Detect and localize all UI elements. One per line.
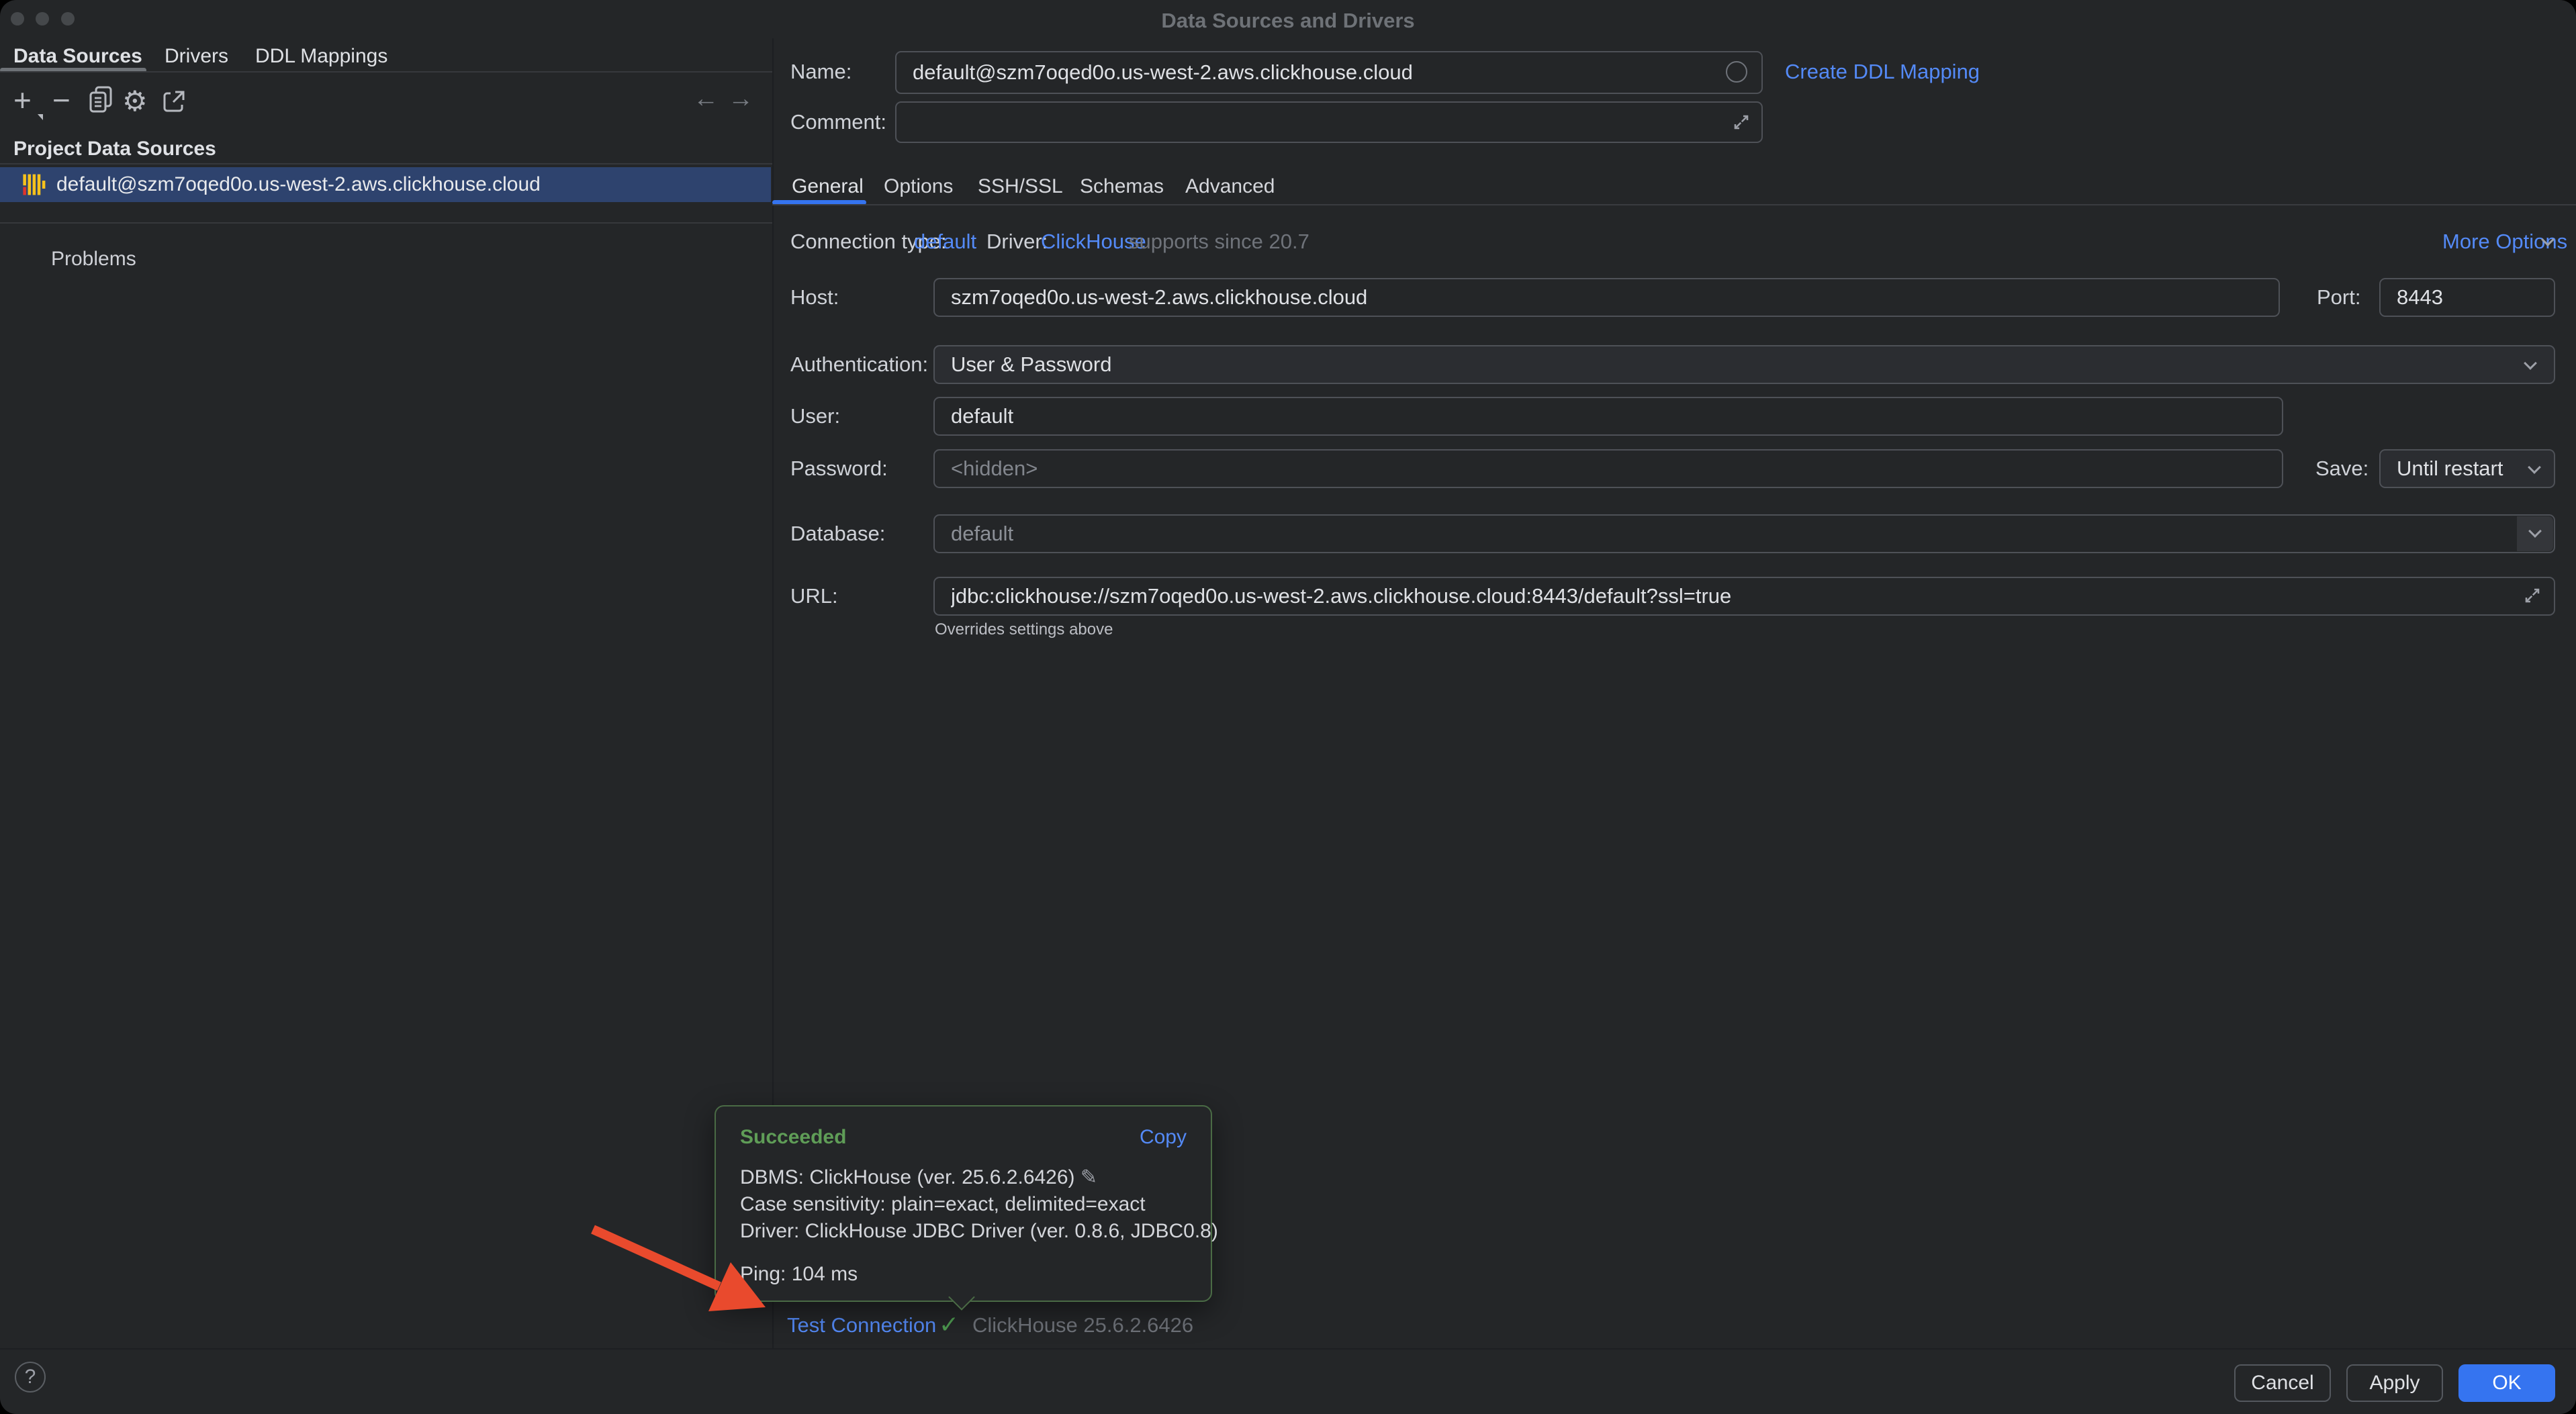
- authentication-select[interactable]: User & Password: [933, 345, 2555, 384]
- password-input[interactable]: [933, 449, 2283, 488]
- tab-options[interactable]: Options: [884, 173, 953, 200]
- host-label: Host:: [790, 284, 839, 311]
- sidebar-tabs-separator: [0, 71, 772, 73]
- case-sensitivity-line: Case sensitivity: plain=exact, delimited…: [740, 1191, 1146, 1218]
- ok-button[interactable]: OK: [2458, 1364, 2555, 1402]
- tab-advanced[interactable]: Advanced: [1185, 173, 1275, 200]
- tab-general[interactable]: General: [792, 173, 864, 200]
- duplicate-icon[interactable]: [89, 86, 113, 117]
- expand-icon[interactable]: [2522, 585, 2542, 609]
- footer-separator: [0, 1348, 2576, 1350]
- database-label: Database:: [790, 520, 885, 547]
- dbms-line: DBMS: ClickHouse (ver. 25.6.2.6426) ✎: [740, 1164, 1097, 1191]
- back-arrow-icon[interactable]: ←: [693, 85, 719, 113]
- driver-note: supports since 20.7: [1129, 228, 1309, 255]
- host-input[interactable]: [933, 278, 2280, 317]
- data-sources-dialog: Data Sources and Drivers Data Sources Dr…: [0, 0, 2576, 1414]
- sidebar-separator-top: [0, 163, 772, 164]
- url-input[interactable]: [933, 577, 2555, 616]
- remove-icon[interactable]: −: [52, 82, 71, 118]
- edit-pencil-icon[interactable]: ✎: [1080, 1166, 1097, 1188]
- cancel-button[interactable]: Cancel: [2234, 1364, 2331, 1402]
- problems-item[interactable]: Problems: [51, 246, 136, 273]
- apply-button[interactable]: Apply: [2346, 1364, 2443, 1402]
- open-in-new-icon[interactable]: [161, 89, 187, 117]
- add-dropdown-arrow-icon: [38, 114, 43, 120]
- data-source-list-item[interactable]: default@szm7oqed0o.us-west-2.aws.clickho…: [0, 167, 771, 202]
- user-label: User:: [790, 403, 840, 430]
- connection-type-link[interactable]: default: [914, 228, 976, 255]
- save-label: Save:: [2315, 455, 2368, 482]
- port-input[interactable]: [2379, 278, 2555, 317]
- window-title: Data Sources and Drivers: [0, 9, 2576, 33]
- tab-data-sources[interactable]: Data Sources: [13, 42, 142, 71]
- chevron-down-icon: [2528, 461, 2541, 474]
- project-data-sources-header: Project Data Sources: [13, 138, 216, 160]
- save-select[interactable]: Until restart: [2379, 449, 2555, 488]
- database-input[interactable]: [933, 514, 2555, 553]
- password-label: Password:: [790, 455, 888, 482]
- database-dropdown-button[interactable]: [2517, 516, 2553, 551]
- ping-line: Ping: 104 ms: [740, 1261, 858, 1288]
- tabs-separator: [772, 204, 2576, 205]
- chevron-down-icon: [2524, 357, 2537, 370]
- authentication-value: User & Password: [951, 346, 1111, 383]
- connection-status-text: ClickHouse 25.6.2.6426: [972, 1312, 1193, 1339]
- name-label: Name:: [790, 58, 852, 85]
- driver-line: Driver: ClickHouse JDBC Driver (ver. 0.8…: [740, 1218, 1218, 1245]
- user-input[interactable]: [933, 397, 2283, 436]
- driver-label: Driver:: [986, 228, 1048, 255]
- help-button[interactable]: ?: [15, 1362, 46, 1393]
- sidebar-separator-bottom: [0, 222, 772, 224]
- question-mark-icon: ?: [25, 1366, 36, 1388]
- status-succeeded: Succeeded: [740, 1124, 846, 1151]
- save-value: Until restart: [2397, 451, 2503, 487]
- forward-arrow-icon[interactable]: →: [728, 85, 753, 113]
- name-input[interactable]: [895, 51, 1763, 94]
- chevron-down-icon: [2528, 524, 2542, 538]
- data-source-name: default@szm7oqed0o.us-west-2.aws.clickho…: [56, 167, 541, 202]
- test-connection-result-popup: Succeeded Copy DBMS: ClickHouse (ver. 25…: [715, 1105, 1212, 1302]
- create-ddl-mapping-link[interactable]: Create DDL Mapping: [1785, 58, 1980, 85]
- tab-ddl-mappings[interactable]: DDL Mappings: [255, 42, 387, 71]
- gear-icon[interactable]: ⚙: [122, 85, 148, 117]
- port-label: Port:: [2317, 284, 2360, 311]
- url-label: URL:: [790, 583, 838, 610]
- comment-input[interactable]: [895, 101, 1763, 143]
- test-connection-link[interactable]: Test Connection: [787, 1312, 936, 1339]
- copy-link[interactable]: Copy: [1140, 1124, 1187, 1151]
- authentication-label: Authentication:: [790, 351, 928, 378]
- tab-drivers[interactable]: Drivers: [165, 42, 228, 71]
- expand-icon[interactable]: [1731, 112, 1751, 136]
- success-checkmark-icon: ✓: [939, 1311, 959, 1339]
- add-icon[interactable]: +: [13, 82, 32, 118]
- tab-ssh-ssl[interactable]: SSH/SSL: [978, 173, 1063, 200]
- comment-label: Comment:: [790, 109, 886, 136]
- tab-schemas[interactable]: Schemas: [1080, 173, 1164, 200]
- data-source-color-icon[interactable]: [1726, 61, 1747, 83]
- annotation-arrow: [0, 0, 2576, 1414]
- clickhouse-icon: [21, 172, 47, 201]
- url-note: Overrides settings above: [935, 620, 1113, 639]
